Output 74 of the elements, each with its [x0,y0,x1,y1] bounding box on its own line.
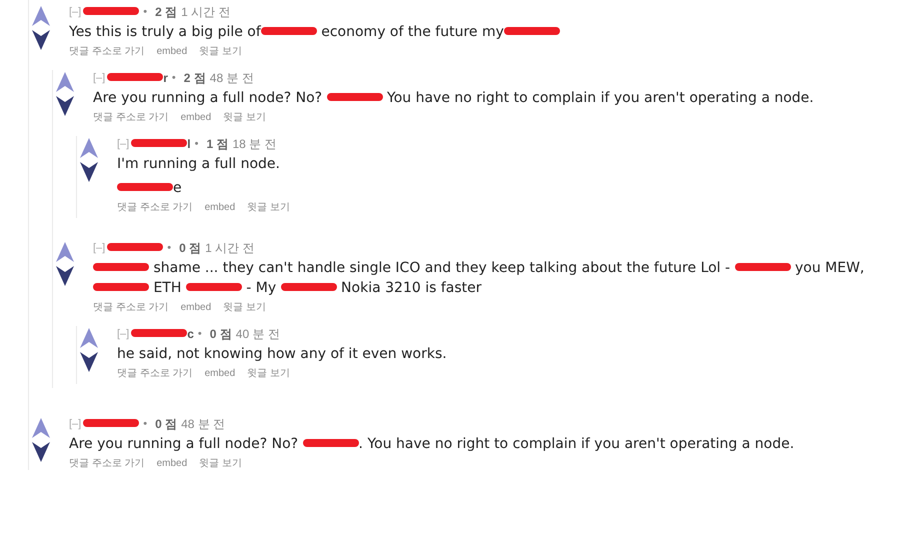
comment-link[interactable]: embed [204,368,236,378]
separator-dot: • [143,6,148,18]
redaction-mark [734,263,791,272]
timestamp: 40 분 전 [236,326,280,342]
score: 0 점 [155,416,178,432]
downvote-icon[interactable] [80,162,98,182]
score: 1 점 [206,136,228,152]
redaction-mark [117,183,173,192]
redaction-mark [186,283,242,292]
downvote-icon[interactable] [32,442,50,462]
downvote-icon[interactable] [80,352,98,372]
downvote-icon[interactable] [56,266,74,286]
comment-link[interactable]: 윗글 보기 [223,300,266,314]
redaction-mark [107,73,164,81]
separator-dot: • [143,418,148,430]
redaction-mark [326,93,383,102]
redaction-mark [280,283,337,292]
score: 2 점 [184,70,206,86]
redaction-mark [83,419,140,427]
redaction-mark [107,243,164,251]
comment-link[interactable]: 댓글 주소로 가기 [93,300,169,314]
comment-link[interactable]: embed [156,458,188,468]
comment-link[interactable]: 윗글 보기 [223,110,266,124]
comment-link[interactable]: 댓글 주소로 가기 [117,200,193,214]
username[interactable]: l [187,137,191,151]
comment-link[interactable]: 댓글 주소로 가기 [93,110,169,124]
comment-link[interactable]: 댓글 주소로 가기 [69,44,145,58]
downvote-icon[interactable] [32,30,50,50]
redaction-mark [302,439,359,448]
comment-text: I'm running a full node. [117,155,281,174]
redaction-mark [131,139,188,147]
separator-dot: • [172,72,176,84]
comment-text: Are you running a full node? No? You have no right to complain if you aren't operating a node. [93,89,815,108]
username[interactable]: c [187,327,194,341]
redaction-mark [131,329,188,337]
comment-text: he said, not knowing how any of it even works. [117,345,448,364]
collapse-toggle[interactable]: [–] [117,138,130,150]
comment-text: Yes this is truly a big pile of economy of the future my [69,22,905,42]
redaction-mark [504,27,560,36]
timestamp: 18 분 전 [232,136,276,152]
redaction-mark [93,263,149,272]
comment-link[interactable]: embed [156,46,188,56]
comment-link[interactable]: 댓글 주소로 가기 [117,366,193,380]
collapse-toggle[interactable]: [–] [117,328,130,340]
timestamp: 1 시간 전 [205,240,254,256]
comment-text: Are you running a full node? No? . You have no right to complain if you aren't operating a node. [69,435,796,454]
comment-link[interactable]: 윗글 보기 [247,366,290,380]
comment-link[interactable]: 윗글 보기 [199,44,242,58]
collapse-toggle[interactable]: [–] [93,242,106,254]
comment-link[interactable]: 윗글 보기 [199,456,242,470]
timestamp: 48 분 전 [181,416,226,432]
comment-link[interactable]: embed [180,302,212,312]
downvote-icon[interactable] [56,96,74,116]
redaction-mark [93,283,149,292]
separator-dot: • [198,328,202,340]
score: 0 점 [210,326,232,342]
redaction-mark [83,7,140,15]
collapse-toggle[interactable]: [–] [69,418,82,430]
comment-link[interactable]: 윗글 보기 [247,200,290,214]
username[interactable]: r [163,71,168,85]
collapse-toggle[interactable]: [–] [69,6,82,18]
comment-link[interactable]: 댓글 주소로 가기 [69,456,145,470]
comment-text: e [117,178,905,198]
comment-link[interactable]: embed [180,112,212,122]
timestamp: 1 시간 전 [181,4,230,20]
separator-dot: • [194,138,198,150]
separator-dot: • [167,242,172,254]
score: 0 점 [179,240,202,256]
timestamp: 48 분 전 [210,70,254,86]
comment-text: shame ... they can't handle single ICO and they keep talking about the future Lol - you MEW, ETH - My Nokia 3210 is faster [93,258,905,298]
score: 2 점 [155,4,178,20]
collapse-toggle[interactable]: [–] [93,72,106,84]
redaction-mark [260,27,317,36]
comment-link[interactable]: embed [204,202,236,212]
